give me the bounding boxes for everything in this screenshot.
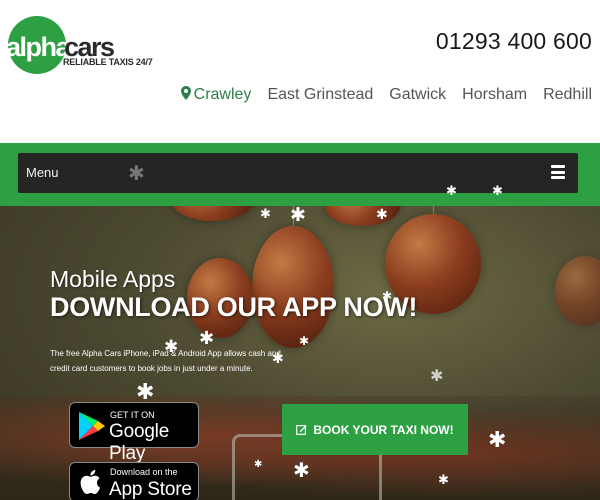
- snowflake-icon: ✱: [254, 459, 263, 470]
- apple-icon: [80, 470, 101, 495]
- app-store-badge[interactable]: Download on the App Store: [69, 462, 199, 500]
- location-link-gatwick[interactable]: Gatwick: [389, 86, 446, 104]
- snowflake-icon: ✱: [260, 207, 271, 222]
- snowflake-icon: ✱: [446, 184, 457, 199]
- menu-label: Menu: [26, 165, 59, 180]
- alpha-cars-logo[interactable]: alpha cars RELIABLE TAXIS 24/7: [6, 12, 153, 78]
- snowflake-icon: ✱: [128, 161, 145, 185]
- snowflake-icon: ✱: [430, 366, 444, 385]
- bauble-decoration: [252, 226, 334, 348]
- hero-title: DOWNLOAD OUR APP NOW!: [50, 292, 418, 322]
- snowflake-icon: ✱: [136, 380, 155, 405]
- location-label: Crawley: [193, 86, 252, 103]
- map-pin-icon: [180, 86, 191, 100]
- snowflake-icon: ✱: [492, 184, 503, 199]
- google-play-badge[interactable]: GET IT ON Google Play: [69, 402, 199, 464]
- location-link-redhill[interactable]: Redhill: [543, 86, 592, 104]
- google-play-big-text: Google Play: [109, 421, 170, 464]
- hero-subtitle: Mobile Apps: [50, 266, 176, 292]
- phone-number[interactable]: 01293 400 600: [436, 28, 592, 55]
- hero-description: The free Alpha Cars iPhone, iPad & Andro…: [50, 349, 281, 373]
- hamburger-icon[interactable]: [551, 165, 565, 179]
- location-link-crawley[interactable]: Crawley: [180, 86, 252, 104]
- location-link-east-grinstead[interactable]: East Grinstead: [267, 86, 373, 104]
- bauble-string: [433, 206, 434, 214]
- nav-band: Menu ✱ ✱ ✱: [0, 143, 600, 206]
- location-link-horsham[interactable]: Horsham: [462, 86, 527, 104]
- snowflake-icon: ✱: [438, 473, 449, 488]
- location-nav: Crawley East Grinstead Gatwick Horsham R…: [180, 86, 592, 104]
- app-store-small-text: Download on the: [110, 467, 178, 477]
- google-play-icon: [79, 412, 105, 440]
- snowflake-icon: ✱: [299, 334, 310, 348]
- google-play-small-text: GET IT ON: [110, 410, 155, 420]
- edit-icon: [296, 425, 307, 435]
- book-taxi-button[interactable]: BOOK YOUR TAXI NOW!: [282, 404, 468, 455]
- hero-banner: ✱ ✱ ✱ ✱ ✱ ✱ ✱ ✱ ✱ ✱ ✱ ✱ ✱ ✱ ✱ Mobile App…: [0, 206, 600, 500]
- bauble-decoration: [170, 206, 255, 221]
- book-taxi-label: BOOK YOUR TAXI NOW!: [313, 422, 454, 437]
- bauble-decoration: [325, 206, 400, 226]
- snowflake-icon: ✱: [488, 428, 507, 453]
- snowflake-icon: ✱: [293, 458, 310, 482]
- snowflake-icon: ✱: [290, 206, 306, 226]
- logo-alpha-text: alpha: [6, 32, 71, 62]
- site-header: alpha cars RELIABLE TAXIS 24/7 01293 400…: [0, 0, 600, 143]
- app-store-big-text: App Store: [109, 479, 192, 500]
- bauble-decoration: [555, 256, 600, 326]
- snowflake-icon: ✱: [376, 207, 388, 223]
- logo-tagline: RELIABLE TAXIS 24/7: [63, 57, 153, 67]
